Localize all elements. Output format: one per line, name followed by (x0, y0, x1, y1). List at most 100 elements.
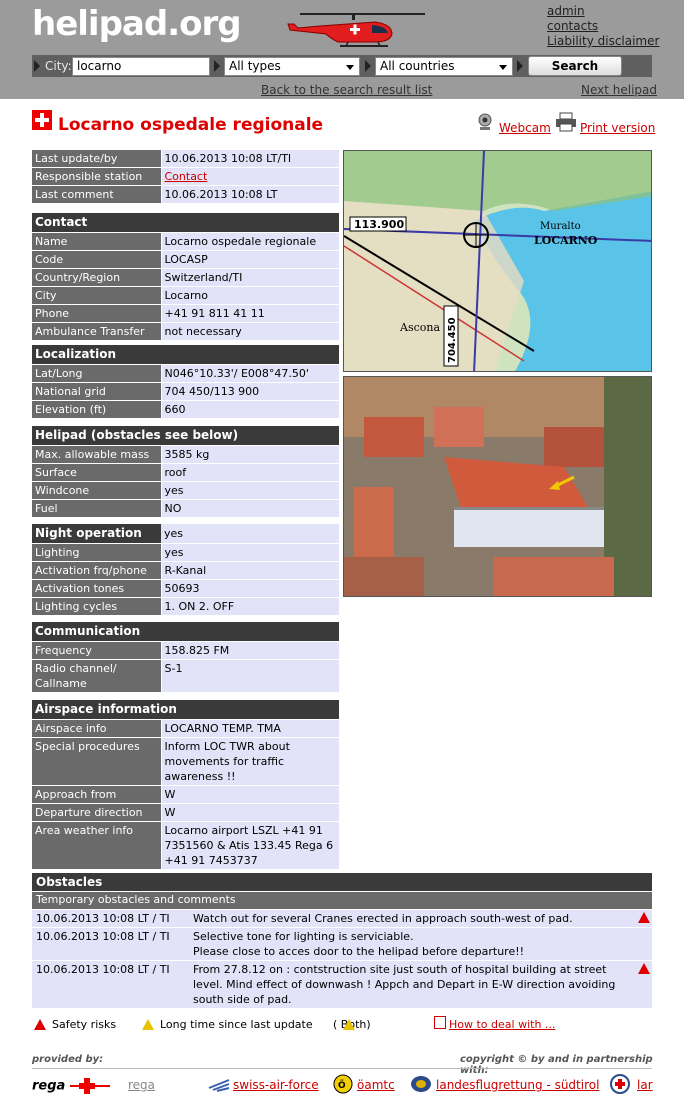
search-bar: City: locarno All types All countries Se… (32, 55, 652, 77)
field-label: Country/Region (32, 268, 162, 287)
field-value: N046°10.33'/ E008°47.50' (161, 364, 339, 383)
table-row: Country/Region Switzerland/TI (32, 268, 339, 287)
map-grid-y-label: 704.450 (447, 317, 458, 363)
top-links: admin contacts Liability disclaimer (547, 4, 659, 49)
country-select[interactable]: All countries (375, 57, 513, 76)
rega-logo[interactable]: rega (32, 1077, 110, 1095)
rega-link[interactable]: rega (128, 1078, 155, 1092)
warning-yellow-icon (343, 1019, 355, 1030)
how-to-deal-link[interactable]: How to deal with ... (449, 1018, 555, 1031)
field-label: Frequency (32, 641, 162, 660)
obstacle-text: From 27.8.12 on : contstruction site jus… (193, 963, 616, 1006)
contact-link[interactable]: Contact (165, 170, 208, 183)
back-to-results-link[interactable]: Back to the search result list (261, 83, 432, 97)
legend-safety-risks: Safety risks (52, 1018, 117, 1031)
obstacle-row: 10.06.2013 10:08 LT / TI Selective tone … (32, 928, 652, 960)
field-label: Activation tones (32, 579, 162, 598)
country-select-value: All countries (380, 59, 455, 73)
oamtc-link[interactable]: öamtc (357, 1078, 395, 1092)
field-label: Ambulance Transfer (32, 322, 162, 341)
arrow-right-icon (365, 60, 371, 72)
site-logo[interactable]: helipad.org (32, 4, 242, 44)
field-value: yes (161, 524, 339, 544)
field-value: Locarno (161, 286, 339, 305)
table-row: Lat/Long N046°10.33'/ E008°47.50' (32, 364, 339, 383)
field-label: Last comment (32, 185, 162, 204)
search-button[interactable]: Search (528, 56, 622, 76)
document-icon (434, 1016, 446, 1029)
table-row: Airspace info LOCARNO TEMP. TMA (32, 719, 339, 738)
map-town-label: LOCARNO (534, 234, 598, 247)
next-helipad-link[interactable]: Next helipad (581, 83, 657, 97)
field-label: Airspace info (32, 719, 162, 738)
field-label: Responsible station (32, 167, 162, 186)
chevron-down-icon (346, 65, 354, 70)
city-input[interactable]: locarno (72, 57, 210, 76)
field-label: Lat/Long (32, 364, 162, 383)
webcam-icon[interactable] (474, 112, 496, 132)
field-value: R-Kanal (161, 561, 339, 580)
night-operation-table: Night operation yes Lighting yes Activatio… (32, 524, 339, 616)
aerial-photo-image[interactable] (343, 376, 652, 597)
field-label: Surface (32, 463, 162, 482)
swiss-air-force-link[interactable]: swiss-air-force (233, 1078, 319, 1092)
table-row: Lighting yes (32, 543, 339, 562)
obstacle-date: 10.06.2013 10:08 LT / TI (36, 963, 170, 976)
table-row: Approach from W (32, 785, 339, 804)
field-value: 158.825 FM (161, 641, 339, 660)
rega-logo-text: rega (32, 1078, 66, 1094)
communication-table: Communication Frequency 158.825 FM Radio … (32, 622, 339, 693)
section-title: Obstacles (32, 873, 652, 891)
field-label: Code (32, 250, 162, 269)
topographic-map-image[interactable]: 113.900 704.450 LOCARNO Muralto Ascona (343, 150, 652, 372)
field-value: LOCARNO TEMP. TMA (161, 719, 339, 738)
arrow-right-icon (34, 60, 40, 72)
lar-link[interactable]: lar (637, 1078, 653, 1092)
printer-icon[interactable] (555, 112, 577, 132)
liability-disclaimer-link[interactable]: Liability disclaimer (547, 34, 659, 49)
table-row: Last update/by 10.06.2013 10:08 LT/TI (32, 150, 339, 168)
field-value: W (161, 803, 339, 822)
obstacle-date: 10.06.2013 10:08 LT / TI (36, 930, 170, 943)
section-title: Communication (32, 622, 339, 642)
type-select[interactable]: All types (224, 57, 360, 76)
field-label: Lighting (32, 543, 162, 562)
field-value: 704 450/113 900 (161, 382, 339, 401)
footer-divider (32, 1068, 652, 1069)
contacts-link[interactable]: contacts (547, 19, 659, 34)
section-subtitle: Temporary obstacles and comments (32, 892, 652, 909)
landesflugrettung-link[interactable]: landesflugrettung - südtirol (436, 1078, 599, 1092)
field-label: Name (32, 232, 162, 251)
table-row: Responsible station Contact (32, 167, 339, 186)
section-title: Helipad (obstacles see below) (32, 426, 339, 446)
field-label: Last update/by (32, 150, 162, 168)
field-value: 3585 kg (161, 445, 339, 464)
field-value: Switzerland/TI (161, 268, 339, 287)
table-row: Ambulance Transfer not necessary (32, 322, 339, 341)
obstacle-text: Selective tone for lighting is serviciab… (193, 930, 525, 958)
chevron-down-icon (499, 65, 507, 70)
field-value: W (161, 785, 339, 804)
field-label: Fuel (32, 499, 162, 518)
field-value: 10.06.2013 10:08 LT/TI (161, 150, 339, 168)
field-label: Lighting cycles (32, 597, 162, 616)
field-label: National grid (32, 382, 162, 401)
table-row: National grid 704 450/113 900 (32, 382, 339, 401)
arrow-right-icon (517, 60, 523, 72)
print-version-link[interactable]: Print version (580, 121, 655, 135)
map-town2-label: Muralto (540, 221, 581, 232)
section-header: Airspace information (32, 700, 339, 720)
helicopter-icon (287, 13, 425, 47)
field-label: Elevation (ft) (32, 400, 162, 419)
section-header: Contact (32, 213, 339, 233)
warning-red-icon (638, 912, 650, 923)
obstacle-row: 10.06.2013 10:08 LT / TI From 27.8.12 on… (32, 961, 652, 1008)
webcam-link[interactable]: Webcam (499, 121, 551, 135)
swiss-air-force-icon (208, 1079, 230, 1092)
field-label: Activation frq/phone (32, 561, 162, 580)
field-value: not necessary (161, 322, 339, 341)
field-label: Departure direction (32, 803, 162, 822)
admin-link[interactable]: admin (547, 4, 659, 19)
header-bar: helipad.org admin contacts Liability dis… (0, 0, 684, 99)
field-value: Inform LOC TWR about movements for traff… (161, 737, 339, 786)
